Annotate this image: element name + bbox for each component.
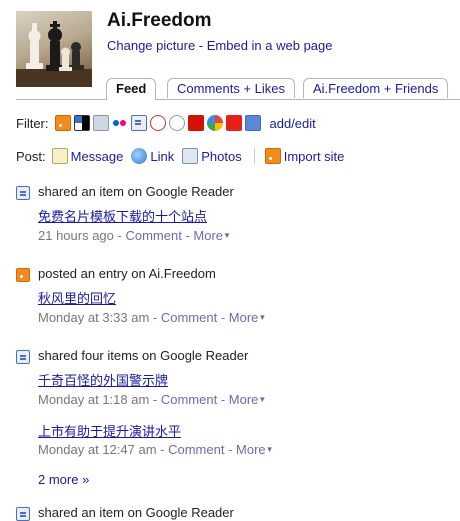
item-title-link[interactable]: 免费名片模板下载的十个站点 <box>38 206 207 225</box>
profile-links: Change picture - Embed in a web page <box>107 38 333 53</box>
more-label: More <box>228 310 259 325</box>
message-icon <box>51 148 68 164</box>
change-picture-link[interactable]: Change picture <box>107 38 195 53</box>
import-site-label[interactable]: Import site <box>284 149 345 164</box>
meta-separator: - <box>181 228 194 243</box>
comment-link[interactable]: Comment <box>161 392 217 407</box>
comment-link[interactable]: Comment <box>161 310 217 325</box>
more-menu-link[interactable]: More▼ <box>193 228 231 243</box>
post-message-label[interactable]: Message <box>71 149 124 164</box>
flickr-icon[interactable] <box>111 115 128 131</box>
import-rss-icon <box>264 148 281 164</box>
more-label: More <box>193 228 224 243</box>
post-label: Post: <box>16 148 46 164</box>
add-edit-link[interactable]: add/edit <box>270 116 316 131</box>
entry-meta: 21 hours ago - Comment - More▼ <box>38 228 231 243</box>
link-separator: - <box>195 38 207 53</box>
rss-icon[interactable] <box>54 115 71 131</box>
entry-heading: posted an entry on Ai.Freedom <box>38 266 216 281</box>
import-site-button[interactable]: Import site <box>264 148 345 164</box>
photos-icon <box>182 148 199 164</box>
social-icon[interactable] <box>92 115 109 131</box>
yelp-icon[interactable] <box>168 115 185 131</box>
filter-label: Filter: <box>16 115 49 131</box>
meta-separator: - <box>156 442 169 457</box>
friendfeed-icon[interactable] <box>244 115 261 131</box>
google-reader-icon <box>16 507 30 521</box>
entry-meta: Monday at 3:33 am - Comment - More▼ <box>38 310 266 325</box>
meta-separator: - <box>224 442 237 457</box>
entry-heading: shared four items on Google Reader <box>38 348 249 363</box>
more-label: More <box>228 392 259 407</box>
entry-heading: shared an item on Google Reader <box>38 184 234 199</box>
chevron-down-icon: ▼ <box>223 231 231 240</box>
comment-link[interactable]: Comment <box>125 228 181 243</box>
entry-time: Monday at 12:47 am <box>38 442 157 457</box>
chevron-down-icon: ▼ <box>265 445 274 454</box>
more-menu-link[interactable]: More▼ <box>229 392 267 407</box>
item-title-link[interactable]: 上市有助于提升演讲水平 <box>38 421 181 440</box>
meta-separator: - <box>217 310 229 325</box>
google-reader-icon <box>16 350 30 364</box>
post-link-label[interactable]: Link <box>150 149 174 164</box>
picasa-icon[interactable] <box>206 115 223 131</box>
entry-time: 21 hours ago <box>38 228 114 243</box>
lastfm-icon[interactable] <box>187 115 204 131</box>
filter-row: Filter: add/edit <box>16 113 316 133</box>
item-title-link[interactable]: 千奇百怪的外国警示牌 <box>38 370 168 389</box>
more-label: More <box>236 442 266 457</box>
tab-friends[interactable]: Ai.Freedom + Friends <box>303 78 449 98</box>
item-title-link[interactable]: 秋风里的回忆 <box>38 288 116 307</box>
entry-meta: Monday at 1:18 am - Comment - More▼ <box>38 392 266 407</box>
post-row: Post: Message Link Photos Import site <box>16 146 352 166</box>
post-photos-label[interactable]: Photos <box>201 149 241 164</box>
meta-separator: - <box>149 310 161 325</box>
post-message-button[interactable]: Message <box>51 148 124 164</box>
post-link-button[interactable]: Link <box>131 148 174 164</box>
more-menu-link[interactable]: More▼ <box>229 310 267 325</box>
google-reader-icon <box>16 186 30 200</box>
youtube-icon[interactable] <box>225 115 242 131</box>
speech-bubble-icon[interactable] <box>149 115 166 131</box>
more-menu-link[interactable]: More▼ <box>236 442 274 457</box>
rss-icon <box>16 268 30 282</box>
meta-separator: - <box>149 392 161 407</box>
post-photos-button[interactable]: Photos <box>182 148 242 164</box>
tab-bar: Feed Comments + Likes Ai.Freedom + Frien… <box>16 78 460 100</box>
profile-picture[interactable] <box>16 11 92 87</box>
tab-feed[interactable]: Feed <box>106 78 157 100</box>
delicious-icon[interactable] <box>73 115 90 131</box>
comment-link[interactable]: Comment <box>168 442 224 457</box>
entry-heading: shared an item on Google Reader <box>38 505 234 520</box>
google-reader-icon[interactable] <box>130 115 147 131</box>
entry-time: Monday at 1:18 am <box>38 392 150 407</box>
globe-icon <box>131 148 148 164</box>
show-more-link[interactable]: 2 more » <box>38 472 89 487</box>
entry-time: Monday at 3:33 am <box>38 310 150 325</box>
divider <box>253 148 255 164</box>
entry-meta: Monday at 12:47 am - Comment - More▼ <box>38 442 274 457</box>
meta-separator: - <box>113 228 126 243</box>
chevron-down-icon: ▼ <box>258 313 267 322</box>
embed-link[interactable]: Embed in a web page <box>207 38 333 53</box>
profile-name: Ai.Freedom <box>107 10 212 31</box>
meta-separator: - <box>217 392 229 407</box>
tab-comments-likes[interactable]: Comments + Likes <box>167 78 296 98</box>
chevron-down-icon: ▼ <box>258 395 267 404</box>
